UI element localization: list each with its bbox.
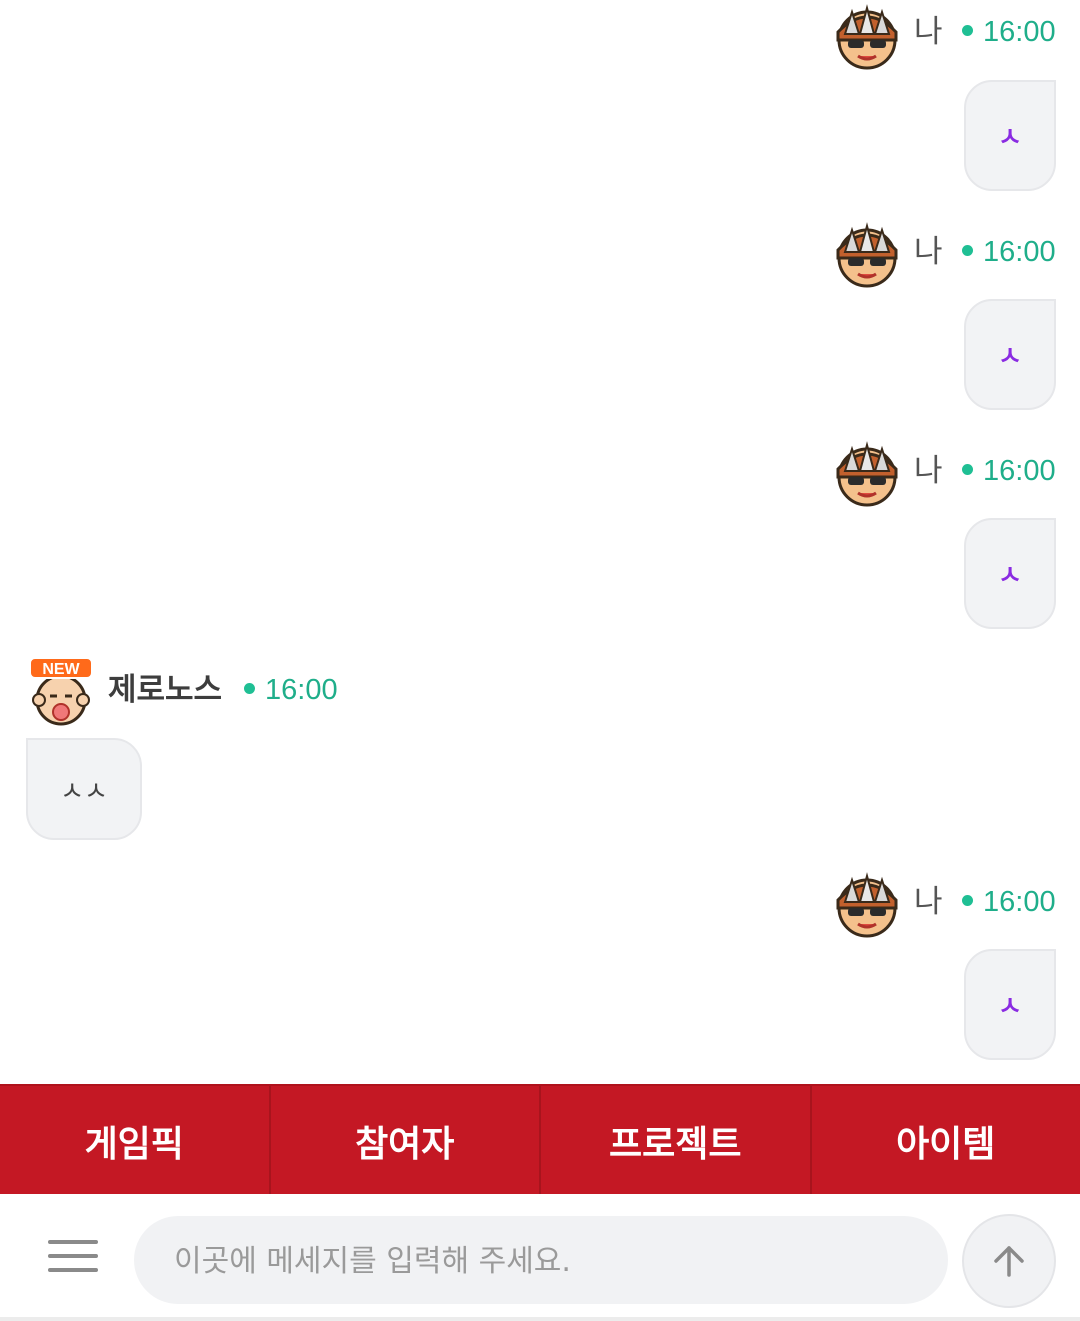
- new-badge-baby-avatar-icon[interactable]: NEW: [26, 656, 96, 726]
- sender-name: 나: [914, 234, 943, 270]
- online-dot-icon: [962, 244, 973, 256]
- message-input-wrapper: [134, 1216, 948, 1306]
- bottom-tab-bar: 게임픽 참여자 프로젝트 아이템: [0, 1084, 1080, 1196]
- spiked-helmet-avatar-icon[interactable]: [832, 437, 902, 507]
- tab-label: 아이템: [896, 1124, 996, 1165]
- tab-label: 게임픽: [84, 1124, 184, 1165]
- sender-name: 제로노스: [108, 672, 223, 708]
- message-time: 16:00: [244, 670, 338, 710]
- tab-game-pick[interactable]: 게임픽: [0, 1086, 271, 1196]
- spiked-helmet-avatar-icon[interactable]: [832, 218, 902, 288]
- message-composer: [0, 1194, 1080, 1321]
- message-time: 16:00: [962, 882, 1056, 922]
- spiked-helmet-avatar-icon[interactable]: [832, 0, 902, 70]
- bottom-divider: [0, 1317, 1080, 1321]
- arrow-up-icon: [994, 1246, 1024, 1277]
- sender-name: 나: [914, 453, 943, 489]
- tab-project[interactable]: 프로젝트: [541, 1086, 812, 1196]
- tab-items[interactable]: 아이템: [812, 1086, 1080, 1196]
- chat-message-list[interactable]: 나 16:00 ㅅ 나 16:00 ㅅ 나 16:00 ㅅ NEW 제로노스 1…: [0, 0, 1080, 1084]
- spiked-helmet-avatar-icon[interactable]: [832, 868, 902, 938]
- message-text: ㅅ: [998, 992, 1022, 1022]
- tab-participants[interactable]: 참여자: [271, 1086, 541, 1196]
- online-dot-icon: [962, 24, 973, 36]
- send-button[interactable]: [962, 1214, 1056, 1308]
- tab-label: 프로젝트: [609, 1124, 742, 1165]
- message-time: 16:00: [962, 451, 1056, 491]
- hamburger-menu-icon[interactable]: [48, 1240, 98, 1274]
- message-time: 16:00: [962, 12, 1056, 52]
- message-bubble[interactable]: ㅅ: [964, 299, 1056, 410]
- message-bubble[interactable]: ㅅ: [964, 949, 1056, 1060]
- message-input[interactable]: [172, 1216, 916, 1306]
- message-text: ㅅ: [998, 561, 1022, 591]
- sender-name: 나: [914, 14, 943, 50]
- online-dot-icon: [244, 682, 255, 694]
- message-time-text: 16:00: [983, 236, 1056, 268]
- message-text: ㅅ: [998, 342, 1022, 372]
- message-time-text: 16:00: [983, 886, 1056, 918]
- message-text: ㅅ: [998, 123, 1022, 153]
- online-dot-icon: [962, 463, 973, 475]
- tab-label: 참여자: [355, 1124, 455, 1165]
- message-bubble[interactable]: ㅅㅅ: [26, 738, 142, 840]
- sender-name: 나: [914, 884, 943, 920]
- message-time-text: 16:00: [983, 16, 1056, 48]
- new-badge-text: NEW: [42, 661, 80, 678]
- message-bubble[interactable]: ㅅ: [964, 80, 1056, 191]
- message-bubble[interactable]: ㅅ: [964, 518, 1056, 629]
- message-time: 16:00: [962, 232, 1056, 272]
- message-text: ㅅㅅ: [60, 776, 108, 807]
- message-time-text: 16:00: [983, 455, 1056, 487]
- message-time-text: 16:00: [265, 674, 338, 706]
- online-dot-icon: [962, 894, 973, 906]
